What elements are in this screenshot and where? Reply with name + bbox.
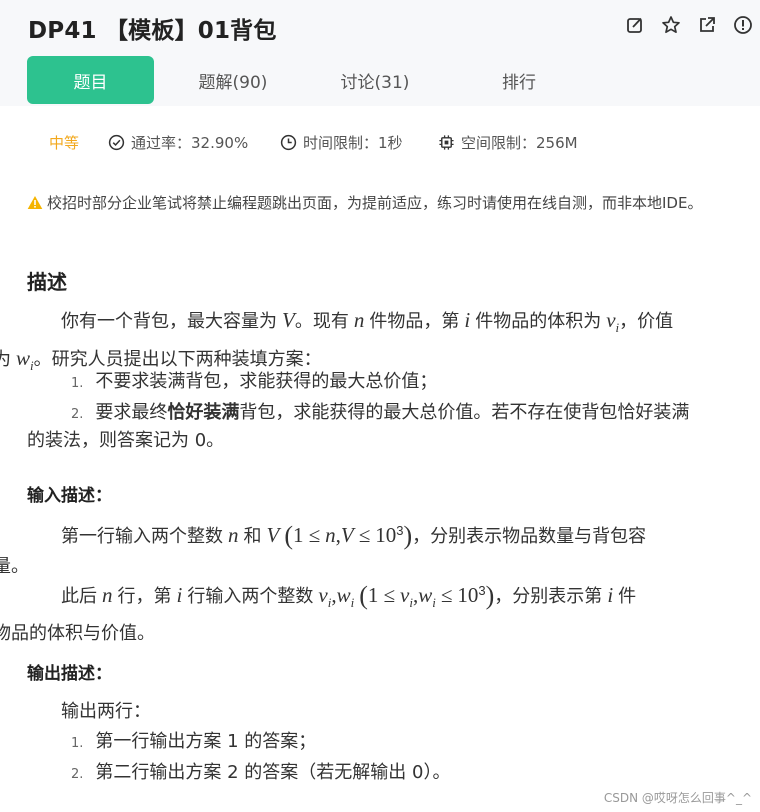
clock-icon: [280, 134, 297, 150]
share-icon[interactable]: [696, 14, 718, 36]
watermark: CSDN @哎呀怎么回事^_^: [603, 791, 752, 805]
exam-warning: 校招时部分企业笔试将禁止编程题跳出页面，为提前适应，练习时请使用在线自测，而非本…: [27, 191, 742, 215]
problem-stats: 中等 通过率：32.90% 时间限制：1秒 空间限制：256M: [0, 122, 760, 162]
tab-discussion[interactable]: 讨论(31): [314, 56, 436, 104]
chip-icon: [439, 134, 454, 150]
header-actions: [624, 14, 754, 36]
input-text-2: 此后 n 行，第 i 行输入两个整数 vi,wi (1 ≤ vi,wi ≤ 10…: [0, 581, 637, 644]
check-circle-icon: [108, 134, 125, 150]
list-item-continuation: 的装法，则答案记为 0。: [27, 430, 225, 451]
warning-icon: [27, 196, 43, 209]
tab-bar: 题目 题解(90) 讨论(31) 排行: [0, 52, 760, 106]
list-item: 1. 不要求装满背包，求能获得的最大总价值；: [71, 371, 438, 392]
pass-rate-text: 通过率：32.90%: [131, 133, 249, 152]
star-icon[interactable]: [660, 14, 682, 36]
tab-problem[interactable]: 题目: [27, 56, 154, 104]
description-heading: 描述: [27, 270, 67, 294]
input-text: 第一行输入两个整数 n 和 V (1 ≤ n,V ≤ 103)，分别表示物品数量…: [0, 521, 647, 576]
list-item: 2. 第二行输出方案 2 的答案（若无解输出 0）。: [71, 762, 451, 783]
time-limit: 时间限制：1秒: [280, 132, 403, 153]
report-icon[interactable]: [732, 14, 754, 36]
output-intro: 输出两行：: [61, 701, 151, 722]
tab-solutions[interactable]: 题解(90): [172, 56, 294, 104]
memory-limit-text: 空间限制：256M: [461, 133, 578, 152]
memory-limit: 空间限制：256M: [438, 132, 578, 153]
time-limit-text: 时间限制：1秒: [303, 133, 403, 152]
problem-header: DP41 【模板】01背包: [0, 0, 760, 52]
list-item: 1. 第一行输出方案 1 的答案；: [71, 731, 317, 752]
difficulty-badge: 中等: [49, 133, 80, 152]
output-heading: 输出描述：: [27, 664, 112, 684]
problem-title: DP41 【模板】01背包: [28, 18, 277, 44]
pass-rate: 通过率：32.90%: [108, 132, 248, 153]
warning-text: 校招时部分企业笔试将禁止编程题跳出页面，为提前适应，练习时请使用在线自测，而非本…: [47, 194, 703, 212]
tab-ranking[interactable]: 排行: [458, 56, 580, 104]
input-heading: 输入描述：: [27, 486, 112, 506]
edit-icon[interactable]: [624, 14, 646, 36]
